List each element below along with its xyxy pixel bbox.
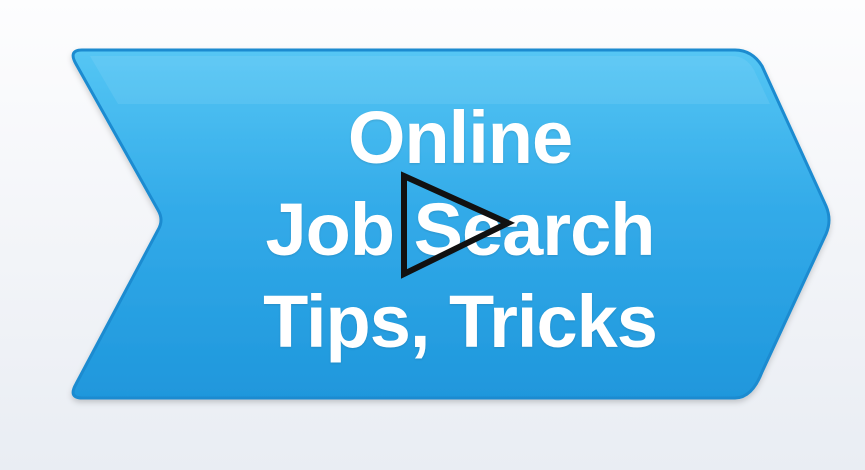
title-line-3: Tips, Tricks	[263, 280, 658, 363]
video-thumbnail[interactable]: Online Job Search Tips, Tricks	[0, 0, 865, 470]
play-icon	[401, 171, 516, 279]
play-button[interactable]	[398, 170, 516, 280]
